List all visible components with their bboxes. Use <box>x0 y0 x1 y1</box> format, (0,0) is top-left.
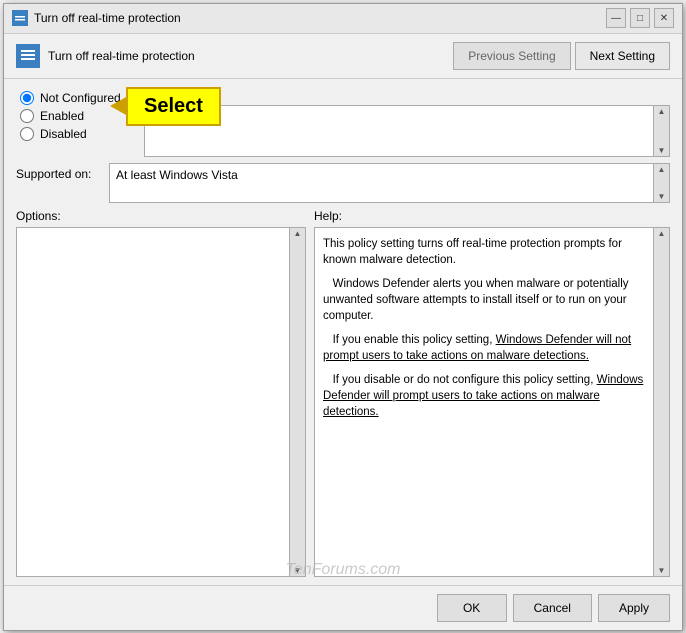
previous-setting-button[interactable]: Previous Setting <box>453 42 570 70</box>
options-label: Options: <box>16 209 306 223</box>
radio-enabled-input[interactable] <box>20 109 34 123</box>
help-paragraph-3: If you enable this policy setting, Windo… <box>323 332 647 364</box>
scroll-down-arrow[interactable]: ▼ <box>658 146 666 155</box>
options-box[interactable]: ▲ ▼ <box>16 227 306 577</box>
maximize-button[interactable]: □ <box>630 8 650 28</box>
supported-scrollbar[interactable]: ▲ ▼ <box>653 164 669 202</box>
radio-enabled-label: Enabled <box>40 109 84 123</box>
help-label: Help: <box>314 209 670 223</box>
main-window: Turn off real-time protection — □ ✕ Turn… <box>3 3 683 631</box>
main-content: Not Configured Enabled Disabled <box>4 79 682 585</box>
title-controls: — □ ✕ <box>606 8 674 28</box>
help-content: This policy setting turns off real-time … <box>315 228 669 437</box>
tooltip-arrow <box>110 96 128 116</box>
supported-scroll-down[interactable]: ▼ <box>658 192 666 201</box>
help-scroll-up[interactable]: ▲ <box>658 229 666 238</box>
help-panel: Help: This policy setting turns off real… <box>314 209 670 577</box>
comment-label: Comment: <box>144 87 670 101</box>
minimize-button[interactable]: — <box>606 8 626 28</box>
radio-not-configured-input[interactable] <box>20 91 34 105</box>
content-area: Turn off real-time protection Previous S… <box>4 34 682 630</box>
cancel-button[interactable]: Cancel <box>513 594 592 622</box>
radio-disabled-label: Disabled <box>40 127 87 141</box>
radio-not-configured-label: Not Configured <box>40 91 121 105</box>
header-row: Turn off real-time protection Previous S… <box>4 34 682 79</box>
supported-scroll-up[interactable]: ▲ <box>658 165 666 174</box>
supported-section: Supported on: At least Windows Vista ▲ ▼ <box>16 163 670 203</box>
bottom-panels: Options: ▲ ▼ Help: This policy setting t… <box>16 209 670 577</box>
ok-button[interactable]: OK <box>437 594 507 622</box>
header-icon <box>16 44 40 68</box>
options-scroll-up[interactable]: ▲ <box>294 229 302 238</box>
footer-buttons: OK Cancel Apply <box>4 585 682 630</box>
config-section: Not Configured Enabled Disabled <box>16 87 670 157</box>
help-scroll-down[interactable]: ▼ <box>658 566 666 575</box>
help-paragraph-1: This policy setting turns off real-time … <box>323 236 647 268</box>
supported-box: At least Windows Vista ▲ ▼ <box>109 163 670 203</box>
comment-section: Comment: ▲ ▼ <box>144 87 670 157</box>
nav-buttons: Previous Setting Next Setting <box>453 42 670 70</box>
supported-value: At least Windows Vista <box>116 168 238 182</box>
help-scrollbar[interactable]: ▲ ▼ <box>653 228 669 576</box>
tooltip-label: Select <box>144 95 203 118</box>
window-icon <box>12 10 28 26</box>
help-paragraph-2: Windows Defender alerts you when malware… <box>323 276 647 324</box>
title-bar: Turn off real-time protection — □ ✕ <box>4 4 682 34</box>
options-panel: Options: ▲ ▼ <box>16 209 306 577</box>
options-scrollbar[interactable]: ▲ ▼ <box>289 228 305 576</box>
comment-box[interactable]: ▲ ▼ <box>144 105 670 157</box>
window-title: Turn off real-time protection <box>34 11 181 25</box>
help-box: This policy setting turns off real-time … <box>314 227 670 577</box>
close-button[interactable]: ✕ <box>654 8 674 28</box>
select-tooltip: Select <box>126 87 221 126</box>
supported-label: Supported on: <box>16 163 101 181</box>
scroll-up-arrow[interactable]: ▲ <box>658 107 666 116</box>
help-paragraph-4: If you disable or do not configure this … <box>323 372 647 420</box>
next-setting-button[interactable]: Next Setting <box>575 42 670 70</box>
options-scroll-down[interactable]: ▼ <box>294 566 302 575</box>
radio-panel-wrapper: Not Configured Enabled Disabled <box>16 87 136 157</box>
header-title: Turn off real-time protection <box>48 49 445 63</box>
radio-disabled-input[interactable] <box>20 127 34 141</box>
apply-button[interactable]: Apply <box>598 594 670 622</box>
comment-scrollbar[interactable]: ▲ ▼ <box>653 106 669 156</box>
radio-disabled[interactable]: Disabled <box>20 127 132 141</box>
title-bar-left: Turn off real-time protection <box>12 10 181 26</box>
